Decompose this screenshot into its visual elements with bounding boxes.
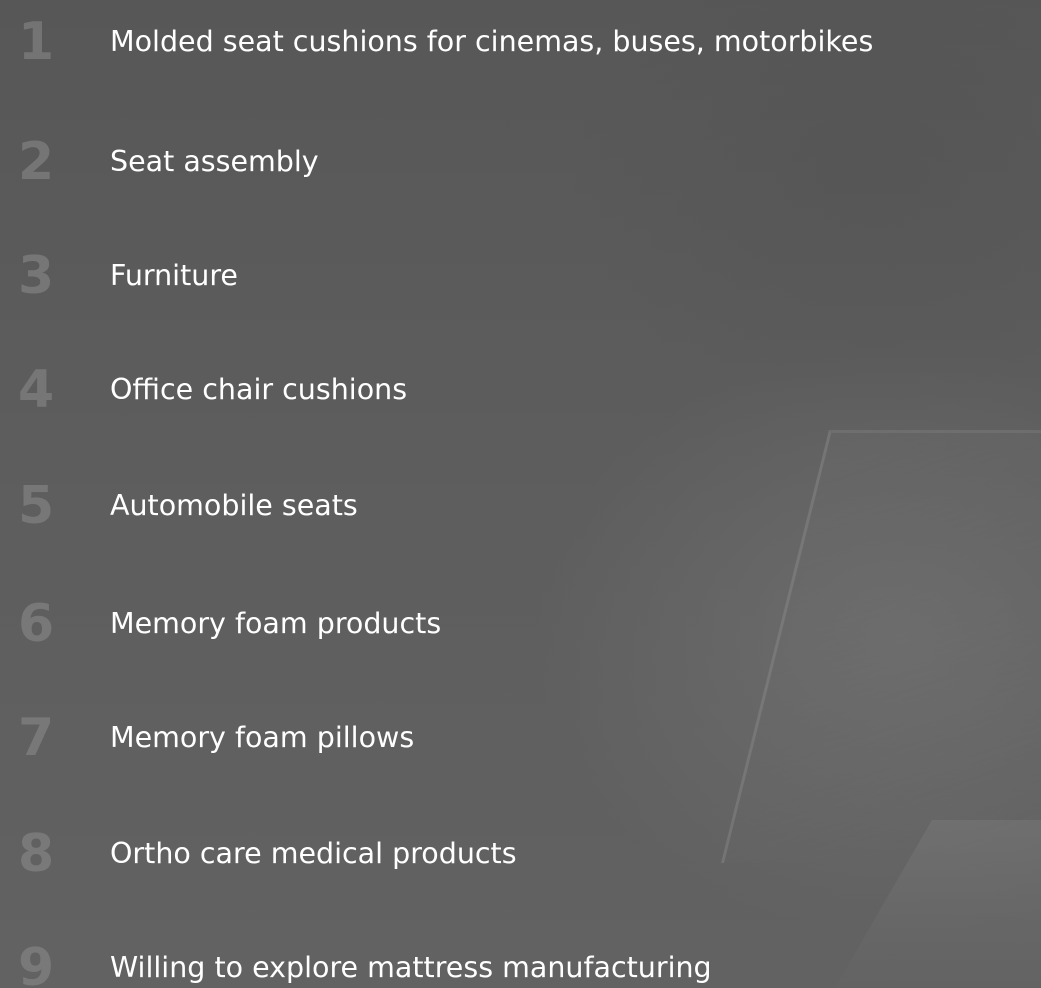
item-label: Willing to explore mattress manufacturin… [110,951,712,984]
item-label: Seat assembly [110,145,319,178]
item-label: Ortho care medical products [110,837,517,870]
item-label: Furniture [110,259,238,292]
item-number: 8 [18,824,54,884]
item-number: 9 [18,938,54,988]
list-item: 6 Memory foam products [0,584,1041,664]
list-item: 9 Willing to explore mattress manufactur… [0,928,1041,988]
item-number: 1 [18,12,54,72]
list-item: 7 Memory foam pillows [0,698,1041,778]
product-list: 1 Molded seat cushions for cinemas, buse… [0,0,1041,988]
item-label: Molded seat cushions for cinemas, buses,… [110,25,874,58]
item-number: 7 [18,708,54,768]
item-number: 2 [18,132,54,192]
item-label: Office chair cushions [110,373,408,406]
list-item: 5 Automobile seats [0,466,1041,546]
list-item: 1 Molded seat cushions for cinemas, buse… [0,0,1041,80]
item-label: Memory foam pillows [110,721,415,754]
item-label: Memory foam products [110,607,442,640]
item-number: 6 [18,594,54,654]
item-number: 4 [18,360,54,420]
list-item: 4 Office chair cushions [0,350,1041,430]
item-label: Automobile seats [110,489,358,522]
list-item: 2 Seat assembly [0,122,1041,202]
list-item: 8 Ortho care medical products [0,814,1041,894]
item-number: 3 [18,246,54,306]
list-item: 3 Furniture [0,236,1041,316]
item-number: 5 [18,476,54,536]
